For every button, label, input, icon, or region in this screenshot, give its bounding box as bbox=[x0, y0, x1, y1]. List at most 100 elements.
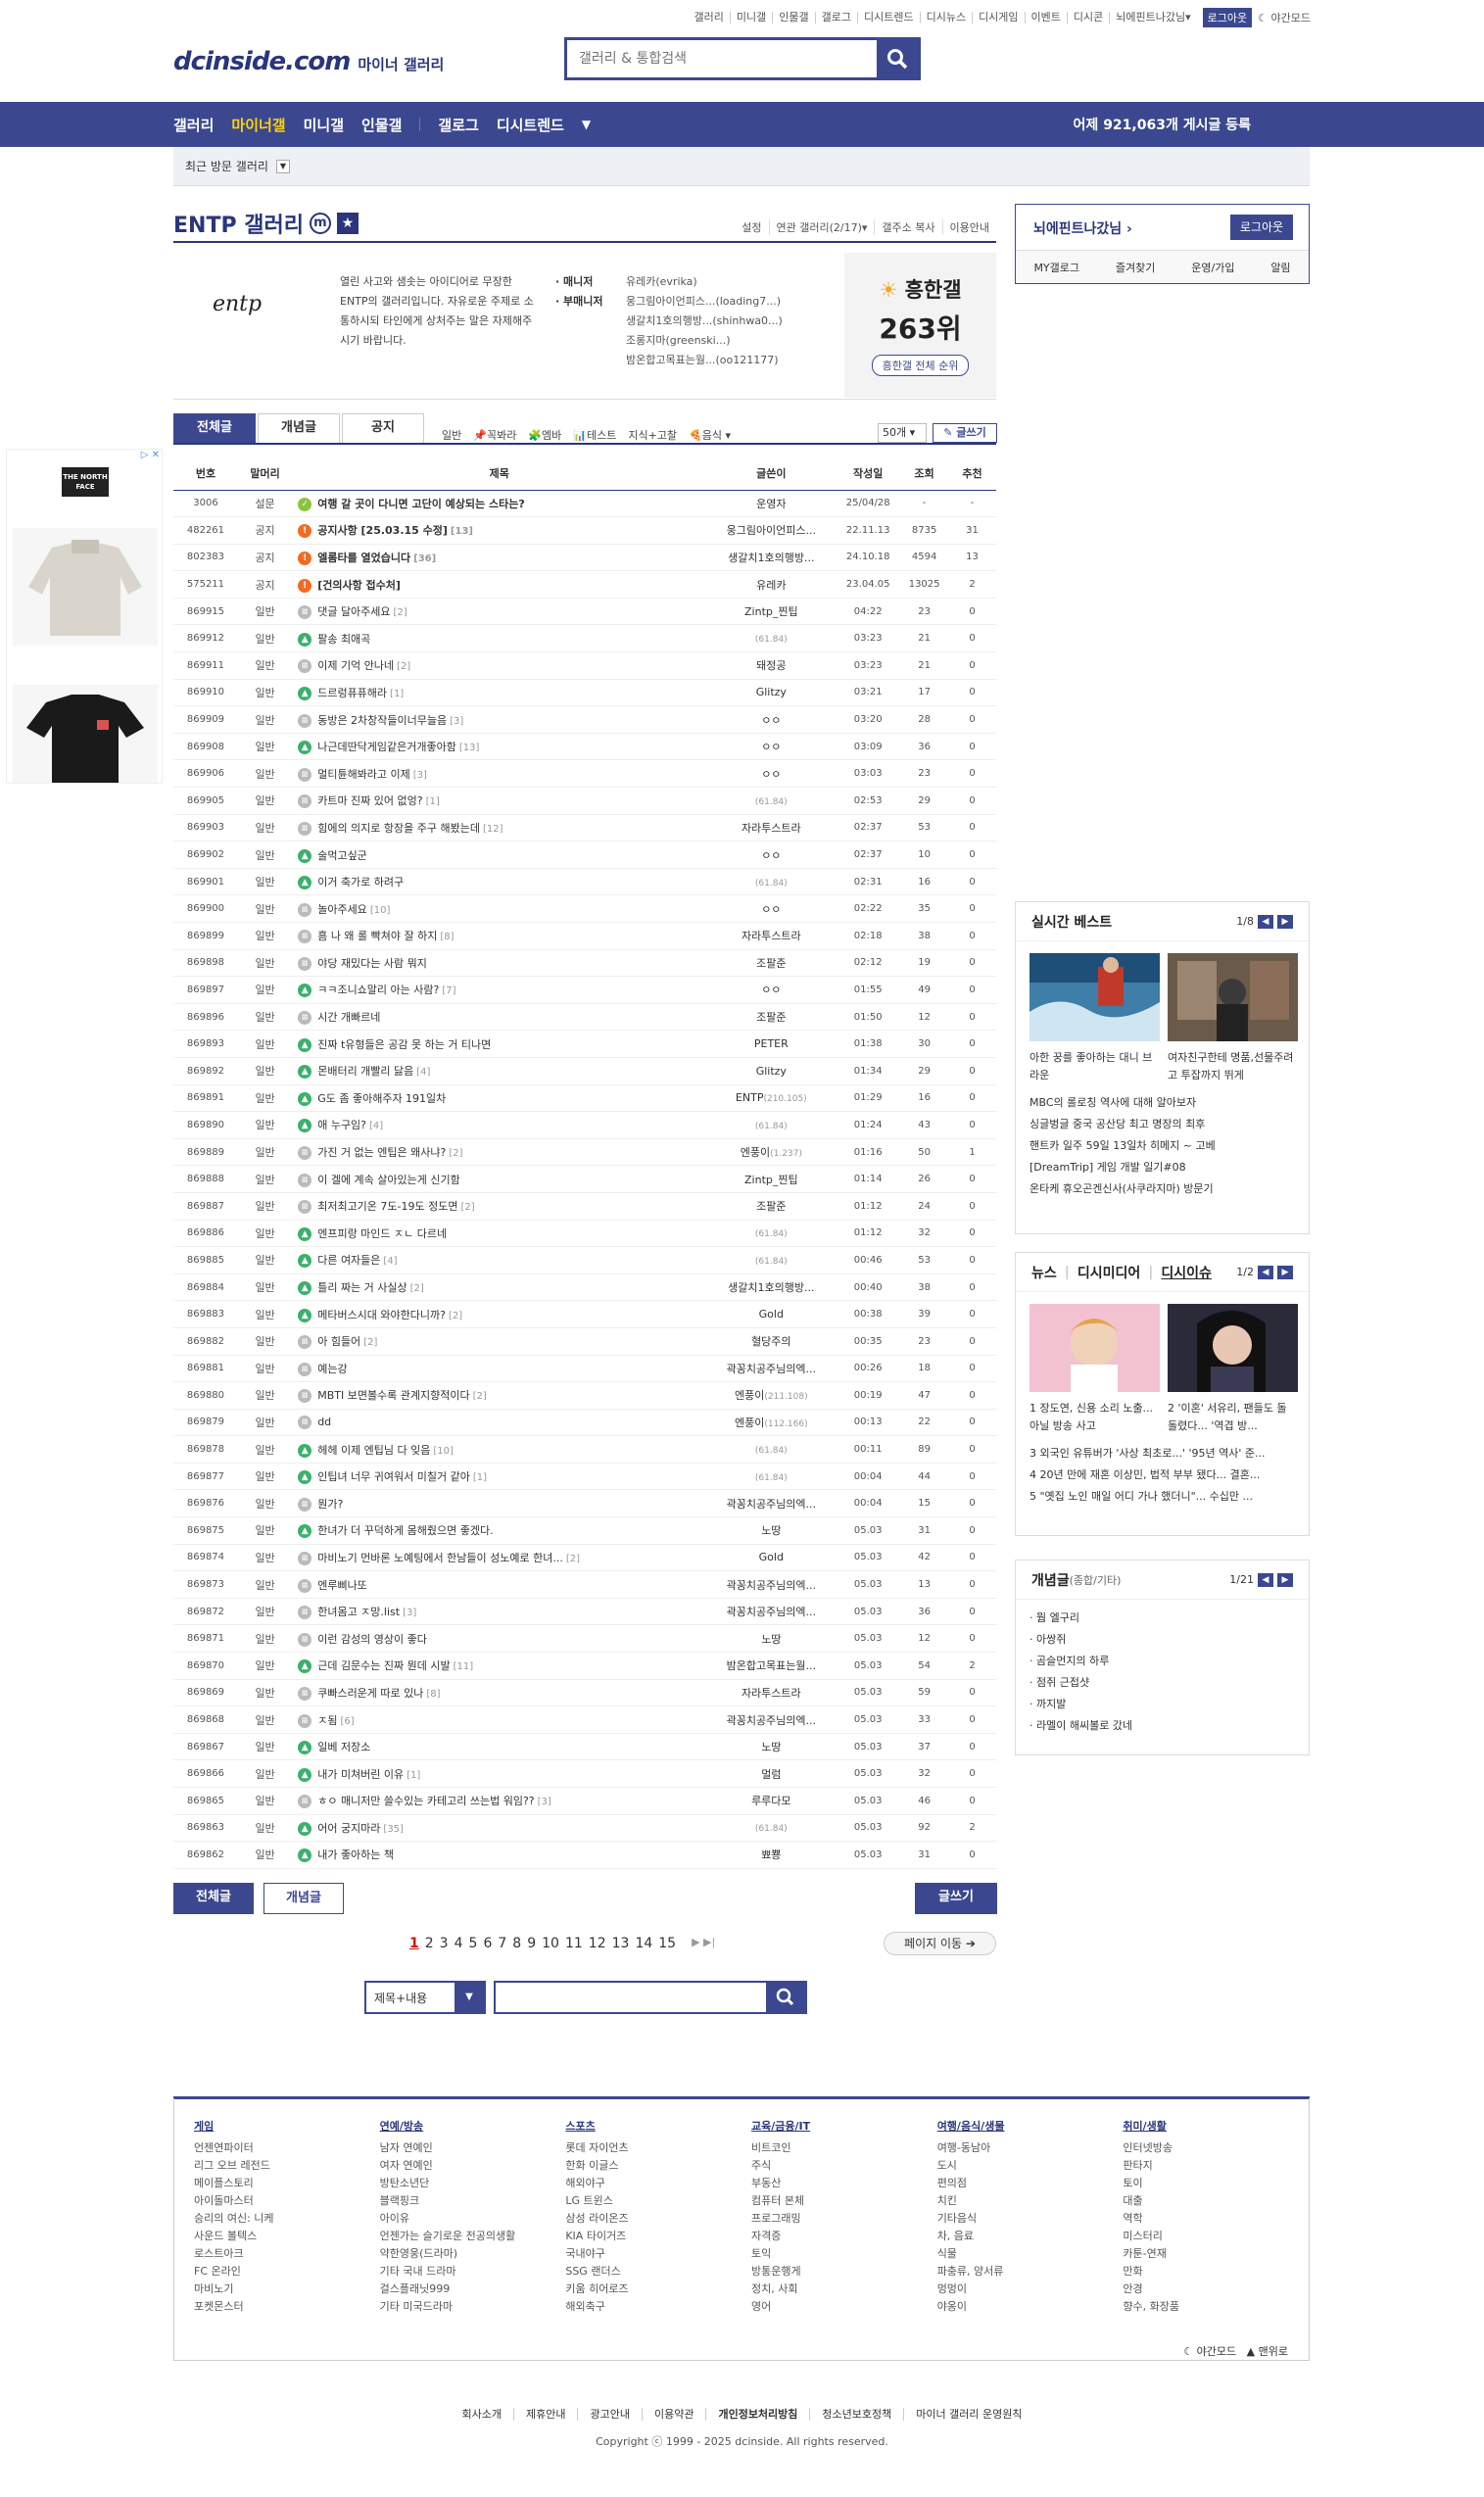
news-tab[interactable]: 뉴스 bbox=[1031, 1263, 1057, 1282]
submanager-name[interactable]: 밤온합고목표는월...(oo121177) bbox=[626, 351, 783, 370]
writer-name[interactable]: Zintp_찐팁 bbox=[744, 605, 798, 618]
post-title-cell[interactable]: ▲ 다른 여자들은 [4] bbox=[292, 1246, 707, 1274]
post-title[interactable]: 엘롬타를 열었습니다 bbox=[317, 552, 410, 564]
footer-link[interactable]: 해외야구 bbox=[565, 2175, 751, 2192]
footer-link[interactable]: 편의점 bbox=[937, 2175, 1124, 2192]
footer-link[interactable]: 토익 bbox=[751, 2245, 937, 2263]
site-logo[interactable]: dcinside.com 마이너 갤러리 bbox=[173, 47, 444, 76]
footer-link[interactable]: 삼성 라이온즈 bbox=[565, 2210, 751, 2228]
top-link[interactable]: 디시게임 bbox=[972, 12, 1024, 24]
table-row[interactable]: 869889 일반 ≡ 가진 거 없는 엔팁은 왜사냐? [2] 엔풍이(1.237) 01… bbox=[173, 1138, 996, 1167]
column-header[interactable]: 글쓴이 bbox=[706, 456, 837, 491]
footer-link[interactable]: 도시 bbox=[937, 2157, 1124, 2175]
bottom-write-button[interactable]: 글쓰기 bbox=[915, 1883, 997, 1914]
post-title-cell[interactable]: ▲ 인팁녀 너무 귀여워서 미칠거 같아 [1] bbox=[292, 1463, 707, 1491]
post-title[interactable]: 메타버스시대 와야한다니까? bbox=[317, 1309, 446, 1321]
reply-count[interactable]: [2] bbox=[460, 1202, 474, 1213]
footer-link[interactable]: 사운드 볼텍스 bbox=[194, 2228, 380, 2245]
post-title[interactable]: 이제 기억 안나네 bbox=[317, 659, 394, 672]
post-title[interactable]: ㅈ됨 bbox=[317, 1714, 337, 1727]
night-mode-toggle[interactable]: ☾ 야간모드 bbox=[1258, 10, 1311, 25]
top-logout-button[interactable]: 로그아웃 bbox=[1202, 8, 1253, 27]
night-mode-link[interactable]: 야간모드 bbox=[1197, 2345, 1236, 2358]
ad-info-icon[interactable]: ▷ ✕ bbox=[141, 450, 160, 460]
post-title[interactable]: 뭔가? bbox=[317, 1498, 343, 1511]
top-link[interactable]: 인물갤 bbox=[772, 12, 814, 24]
writer-name[interactable]: 조팔준 bbox=[756, 1011, 786, 1024]
news-thumb[interactable]: 2 '이혼' 서유리, 팬들도 돌 돌렸다... '역겹 방... bbox=[1168, 1304, 1298, 1435]
dcmedia-tab[interactable]: 디시미디어 bbox=[1077, 1263, 1140, 1282]
footer-link[interactable]: 부동산 bbox=[751, 2175, 937, 2192]
table-row[interactable]: 869896 일반 ≡ 시간 개빠르네 조팔준 01:50 12 0 bbox=[173, 1003, 996, 1032]
post-title-cell[interactable]: ≡ 이런 감성의 영상이 좋다 bbox=[292, 1624, 707, 1654]
writer-name[interactable]: Glitzy bbox=[756, 1065, 787, 1078]
concept-item[interactable]: · 뭠 엘구리 bbox=[1029, 1608, 1295, 1629]
footer-column-title[interactable]: 교육/금융/IT bbox=[751, 2118, 937, 2136]
writer-name[interactable]: 곽꽁치공주님의엑... bbox=[727, 1579, 816, 1592]
concept-item[interactable]: · 점쥐 근접샷 bbox=[1029, 1672, 1295, 1694]
footer-link[interactable]: 치킨 bbox=[937, 2192, 1124, 2210]
footer-link[interactable]: 약한영웅(드라마) bbox=[380, 2245, 566, 2263]
column-header[interactable]: 제목 bbox=[292, 456, 707, 491]
footer-link[interactable]: 남자 연예인 bbox=[380, 2139, 566, 2157]
post-title-cell[interactable]: ≡ 힘에의 의지로 항장을 주구 해봤는데 [12] bbox=[292, 814, 707, 842]
table-row[interactable]: 575211 공지! [건의사항 접수처] 유레카 23.04.05 13025 2 bbox=[173, 570, 996, 599]
post-writer[interactable]: 자라투스트라 bbox=[706, 1679, 837, 1707]
post-title-cell[interactable]: ▲ G도 좀 좋아해주자 191일차 bbox=[292, 1084, 707, 1113]
footer-link[interactable]: 기타음식 bbox=[937, 2210, 1124, 2228]
post-title[interactable]: 예는강 bbox=[317, 1363, 347, 1375]
write-button-top[interactable]: ✎ 글쓰기 bbox=[933, 423, 997, 443]
post-writer[interactable]: Glitzy bbox=[706, 679, 837, 707]
column-header[interactable]: 말머리 bbox=[237, 456, 293, 491]
writer-name[interactable]: ㅇㅇ bbox=[761, 849, 781, 862]
reply-count[interactable]: [6] bbox=[340, 1716, 354, 1727]
writer-name[interactable]: 자라투스트라 bbox=[742, 822, 801, 835]
post-title[interactable]: 한녀가 더 꾸덕하게 몸해줬으면 좋겠다. bbox=[317, 1524, 493, 1537]
post-title-cell[interactable]: ≡ 동방은 2차창작들이너무늘음 [3] bbox=[292, 705, 707, 734]
page-link[interactable]: 7 bbox=[498, 1936, 506, 1951]
post-title-cell[interactable]: ▲ 이거 축가로 하려구 bbox=[292, 868, 707, 896]
tab-notice[interactable]: 공지 bbox=[342, 413, 424, 443]
nav-item[interactable]: 마이너갤 bbox=[231, 115, 285, 135]
table-row[interactable]: 869870 일반 ▲ 근데 김문수는 진짜 뭔데 시발 [11] 밤온합고목표는월...… bbox=[173, 1652, 996, 1680]
writer-name[interactable]: 곽꽁치공주님의엑... bbox=[727, 1714, 816, 1727]
post-title[interactable]: 시간 개빠르네 bbox=[317, 1011, 380, 1024]
best-item[interactable]: 온타케 휴오곤겐신사(사쿠라지마) 방문기 bbox=[1029, 1178, 1295, 1200]
post-writer[interactable]: 멀럼 bbox=[706, 1759, 837, 1788]
table-row[interactable]: 869881 일반 ≡ 예는강 곽꽁치공주님의엑... 00:26 18 0 bbox=[173, 1355, 996, 1383]
reply-count[interactable]: [1] bbox=[407, 1770, 420, 1781]
footer-link[interactable]: 한화 이글스 bbox=[565, 2157, 751, 2175]
footer-link[interactable]: 차, 음료 bbox=[937, 2228, 1124, 2245]
post-writer[interactable]: (61.84) bbox=[706, 1463, 837, 1491]
column-header[interactable]: 추천 bbox=[948, 456, 996, 491]
table-row[interactable]: 869891 일반 ▲ G도 좀 좋아해주자 191일차 ENTP(210.105) 01… bbox=[173, 1084, 996, 1113]
table-row[interactable]: 869865 일반 ≡ ㅎㅇ 매니저만 쓸수있는 카테고리 쓰는법 워임?? [3] 루루… bbox=[173, 1787, 996, 1815]
reply-count[interactable]: [3] bbox=[413, 770, 427, 781]
post-writer[interactable]: 노땅 bbox=[706, 1516, 837, 1545]
footer-link[interactable]: 언젠연파이터 bbox=[194, 2139, 380, 2157]
bottom-search-input[interactable] bbox=[496, 1983, 766, 2012]
table-row[interactable]: 3006 설문 ✓ 여행 갈 곳이 다니면 고단이 예상되는 스타는? 운영자 25/04… bbox=[173, 490, 996, 518]
footer-link[interactable]: 승리의 여신: 니케 bbox=[194, 2210, 380, 2228]
post-writer[interactable]: 엔풍이(1.237) bbox=[706, 1138, 837, 1167]
post-writer[interactable]: 엔풍이(112.166) bbox=[706, 1409, 837, 1437]
best-thumb[interactable]: 아한 꿍를 좋아하는 대니 브라운 bbox=[1029, 953, 1160, 1084]
reply-count[interactable]: [36] bbox=[413, 553, 436, 564]
writer-name[interactable]: ㅇㅇ bbox=[761, 903, 781, 916]
post-title[interactable]: 어어 궁지마라 bbox=[317, 1822, 380, 1835]
post-title-cell[interactable]: ▲ 헤헤 이제 엔팁님 다 잊음 [10] bbox=[292, 1435, 707, 1464]
table-row[interactable]: 869863 일반 ▲ 어어 궁지마라 [35] (61.84) 05.03 92 2 bbox=[173, 1814, 996, 1843]
post-writer[interactable]: 노땅 bbox=[706, 1733, 837, 1761]
table-row[interactable]: 869862 일반 ▲ 내가 좋아하는 책 뾰뿅 05.03 31 0 bbox=[173, 1841, 996, 1869]
post-writer[interactable]: PETER bbox=[706, 1030, 837, 1058]
post-writer[interactable]: 유레카 bbox=[706, 570, 837, 599]
best-item[interactable]: 핸트카 일주 59일 13일차 히메지 ~ 고베 bbox=[1029, 1135, 1295, 1157]
post-title[interactable]: 내가 좋아하는 책 bbox=[317, 1849, 394, 1861]
reply-count[interactable]: [8] bbox=[426, 1689, 440, 1700]
footer-link[interactable]: 향수, 화장품 bbox=[1123, 2298, 1309, 2316]
table-row[interactable]: 869909 일반 ≡ 동방은 2차창작들이너무늘음 [3] ㅇㅇ 03:20 28 0 bbox=[173, 705, 996, 734]
hot-rank-button[interactable]: 흥한갤 전체 순위 bbox=[871, 355, 970, 376]
footer-link[interactable]: 언젠가는 슬기로운 전공의생활 bbox=[380, 2228, 566, 2245]
reply-count[interactable]: [10] bbox=[370, 905, 391, 916]
post-title-cell[interactable]: ≡ 한녀몸고 ㅈ망.list [3] bbox=[292, 1598, 707, 1626]
